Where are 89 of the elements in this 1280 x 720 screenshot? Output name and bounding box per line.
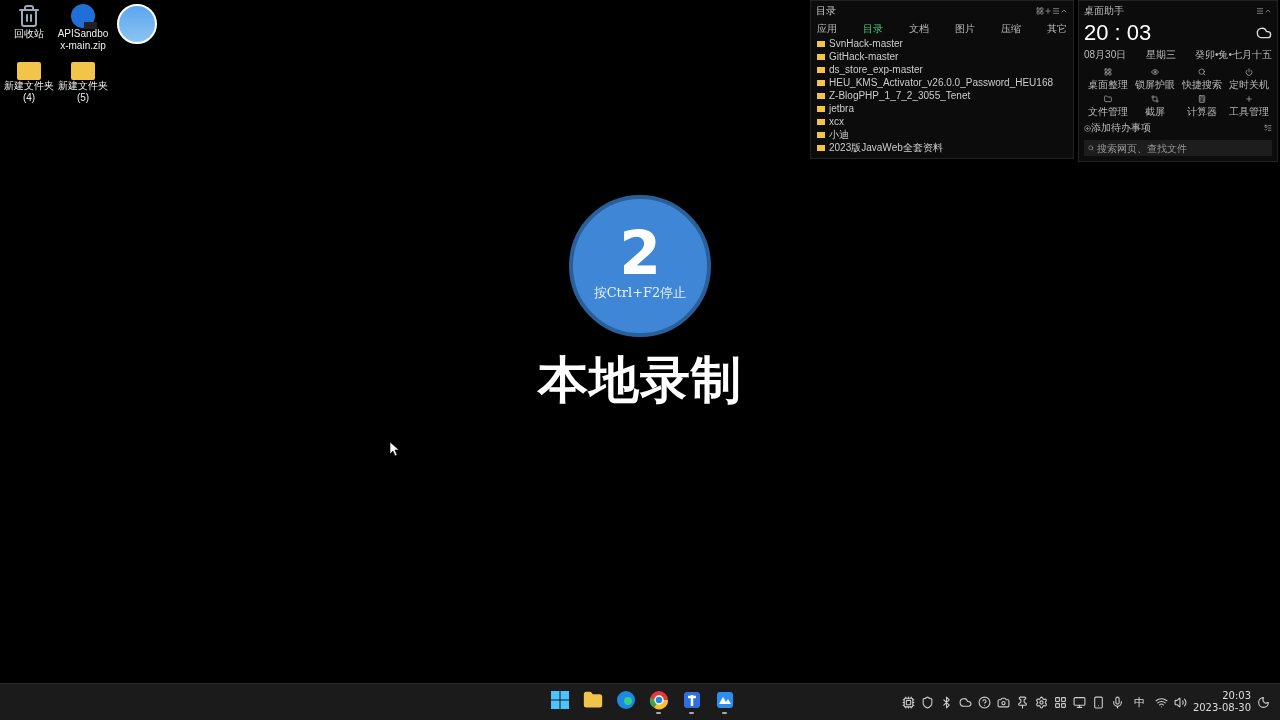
tray-button[interactable]	[1053, 695, 1067, 709]
panel-tab[interactable]: 其它	[1045, 21, 1069, 37]
folder-name[interactable]: jetbra	[829, 103, 854, 114]
grid-icon[interactable]	[1036, 7, 1044, 15]
moon-icon[interactable]	[1257, 695, 1270, 709]
tray-button[interactable]	[1034, 695, 1048, 709]
date-text: 08月30日	[1084, 48, 1127, 62]
panel-title: 桌面助手	[1084, 4, 1124, 18]
tool-button[interactable]: 截屏	[1131, 95, 1178, 119]
input-method-button[interactable]: 中	[1129, 694, 1149, 710]
folder-name[interactable]: Z-BlogPHP_1_7_2_3055_Tenet	[829, 90, 971, 101]
chrome-icon	[648, 690, 669, 710]
grid-icon	[1103, 68, 1112, 76]
tool-button[interactable]: 文件管理	[1084, 95, 1131, 119]
tray-button[interactable]	[1015, 695, 1029, 709]
settings-icon	[1034, 695, 1048, 709]
add-todo-link[interactable]: 添加待办事项	[1091, 121, 1151, 135]
app-icon	[117, 4, 157, 44]
tool-button[interactable]: 锁屏护眼	[1131, 68, 1178, 92]
folder-name[interactable]: 2023版JavaWeb全套资料	[829, 140, 943, 155]
lunar-date: 癸卯•兔•七月十五	[1194, 48, 1272, 62]
panel-tab[interactable]: 应用	[815, 21, 839, 37]
taskbar-clock[interactable]: 20:03 2023-08-30	[1192, 690, 1251, 714]
windows-logo-icon	[549, 690, 570, 710]
tray-button[interactable]	[1091, 695, 1105, 709]
menu-icon[interactable]	[1256, 7, 1264, 15]
tray-button[interactable]	[958, 695, 972, 709]
folder-name[interactable]: 小迪	[829, 127, 849, 142]
tray-button[interactable]	[901, 695, 915, 709]
folder-name[interactable]: GitHack-master	[829, 51, 899, 62]
mouse-cursor-icon	[390, 442, 400, 457]
cloud-icon	[958, 695, 972, 709]
eye-icon	[1150, 68, 1159, 76]
network-icon[interactable]	[1154, 695, 1168, 709]
stop-hint: 按Ctrl+F2停止	[593, 284, 687, 302]
plus-icon[interactable]	[1044, 7, 1052, 15]
panel-title: 目录	[816, 4, 836, 18]
countdown-number: 2	[619, 222, 661, 284]
weather-cloud-icon	[1256, 25, 1272, 41]
camera-icon	[996, 695, 1010, 709]
desktop-icon-label[interactable]: 新建文件夹 (4)	[2, 80, 56, 104]
tool-button[interactable]: 工具管理	[1225, 95, 1272, 119]
folder-name[interactable]: HEU_KMS_Activator_v26.0.0_Password_HEU168	[829, 77, 1053, 88]
clock-time: 20 : 03	[1084, 20, 1152, 46]
folder-name[interactable]: SvnHack-master	[829, 38, 903, 49]
grid-icon	[1053, 695, 1067, 709]
search-field[interactable]: 搜索网页、查找文件	[1084, 140, 1272, 156]
tray-button[interactable]	[920, 695, 934, 709]
calculator-icon	[1197, 95, 1206, 103]
desktop-icon-label[interactable]: APISandbox-main.zip	[56, 28, 110, 52]
desktop-icon-label[interactable]: 回收站	[2, 28, 56, 40]
recording-title: 本地录制	[538, 350, 742, 411]
tool-button[interactable]: 定时关机	[1225, 68, 1272, 92]
chip-icon	[901, 695, 915, 709]
tray-button[interactable]	[1110, 695, 1124, 709]
folder-name[interactable]: xcx	[829, 116, 844, 127]
power-icon	[1244, 68, 1253, 76]
pin-icon	[1015, 695, 1029, 709]
folder-icon	[17, 62, 41, 80]
panel-tab[interactable]: 图片	[953, 21, 977, 37]
panel-tab[interactable]: 压缩	[999, 21, 1023, 37]
tray-button[interactable]	[1072, 695, 1086, 709]
folder-name[interactable]: ds_store_exp-master	[829, 64, 923, 75]
tool-button[interactable]: 桌面整理	[1084, 68, 1131, 92]
tool-button[interactable]: 计算器	[1178, 95, 1225, 119]
search-icon	[1197, 68, 1206, 76]
monitor-icon	[1072, 695, 1086, 709]
folder-icon	[582, 690, 603, 710]
collapse-icon[interactable]	[1264, 7, 1272, 15]
tray-button[interactable]	[996, 695, 1010, 709]
panel-tab[interactable]: 目录	[861, 21, 885, 37]
phone-icon	[1091, 695, 1105, 709]
crop-icon	[1150, 95, 1159, 103]
recycle-bin-icon	[17, 4, 41, 28]
panel-tab[interactable]: 文档	[907, 21, 931, 37]
search-icon	[1088, 145, 1094, 151]
desktop-icon-label[interactable]: 新建文件夹 (5)	[56, 80, 110, 104]
add-icon	[1084, 124, 1091, 132]
folder-icon	[71, 62, 95, 80]
volume-icon[interactable]	[1173, 695, 1187, 709]
menu-icon[interactable]	[1052, 7, 1060, 15]
tool-button[interactable]: 快捷搜索	[1178, 68, 1225, 92]
weekday-text: 星期三	[1145, 48, 1176, 62]
microphone-icon	[1110, 695, 1124, 709]
shield-icon	[920, 695, 934, 709]
collapse-icon[interactable]	[1060, 7, 1068, 15]
list-icon[interactable]	[1264, 124, 1272, 132]
plus-icon	[1244, 95, 1253, 103]
folder-icon	[1103, 95, 1112, 103]
